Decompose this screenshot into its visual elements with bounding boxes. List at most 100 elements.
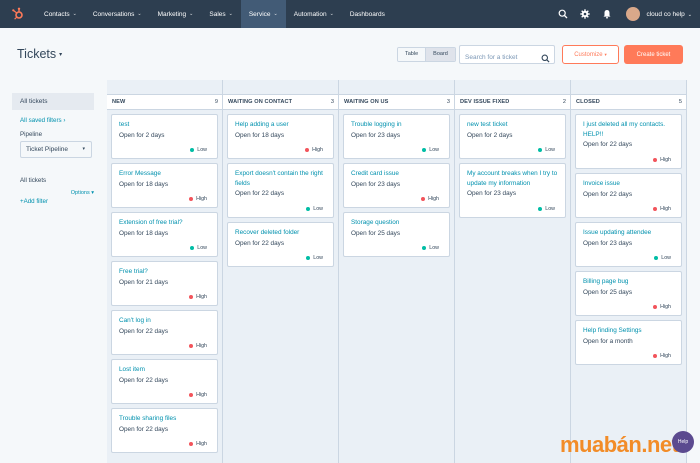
ticket-title-link[interactable]: Extension of free trial? <box>119 218 211 228</box>
ticket-card[interactable]: Billing page bug Open for 25 days High <box>575 271 682 316</box>
priority-badge: High <box>189 343 207 349</box>
chevron-down-icon: ⌄ <box>228 11 233 17</box>
ticket-title-link[interactable]: Help adding a user <box>235 120 327 130</box>
column-title: WAITING ON CONTACT <box>228 99 293 105</box>
priority-label: Low <box>661 255 671 261</box>
column-header: WAITING ON CONTACT 3 <box>223 94 338 110</box>
ticket-card[interactable]: Can't log in Open for 22 days High <box>111 310 218 355</box>
priority-label: Low <box>545 206 555 212</box>
bell-icon[interactable] <box>596 0 618 28</box>
create-ticket-button[interactable]: Create ticket <box>624 45 683 64</box>
nav-item-dashboards[interactable]: Dashboards <box>342 0 393 28</box>
ticket-title-link[interactable]: Error Message <box>119 169 211 179</box>
ticket-title-link[interactable]: Lost item <box>119 365 211 375</box>
page-title[interactable]: Tickets ▾ <box>17 47 62 61</box>
ticket-card[interactable]: new test ticket Open for 2 days Low <box>459 114 566 159</box>
ticket-title-link[interactable]: Storage question <box>351 218 443 228</box>
ticket-title-link[interactable]: Billing page bug <box>583 277 675 287</box>
ticket-card[interactable]: My account breaks when I try to update m… <box>459 163 566 218</box>
ticket-card[interactable]: Error Message Open for 18 days High <box>111 163 218 208</box>
sidebar-item-all-tickets[interactable]: All tickets <box>12 93 94 110</box>
priority-dot-icon <box>189 442 194 446</box>
column-header: DEV ISSUE FIXED 2 <box>455 94 570 110</box>
ticket-board: NEW 9 test Open for 2 days Low Error Message O… <box>107 80 700 463</box>
ticket-card[interactable]: Trouble sharing files Open for 22 days Hig… <box>111 408 218 453</box>
help-chat-button[interactable]: Help <box>672 431 694 453</box>
priority-dot-icon <box>653 305 658 309</box>
ticket-open-duration: Open for 18 days <box>235 131 285 139</box>
ticket-title-link[interactable]: Free trial? <box>119 267 211 277</box>
ticket-card[interactable]: Invoice issue Open for 22 days High <box>575 173 682 218</box>
ticket-title-link[interactable]: Recover deleted folder <box>235 228 327 238</box>
ticket-card[interactable]: Storage question Open for 25 days Low <box>343 212 450 257</box>
priority-badge: High <box>189 294 207 300</box>
hubspot-logo-icon[interactable] <box>0 0 36 28</box>
priority-label: Low <box>313 206 323 212</box>
ticket-card[interactable]: Extension of free trial? Open for 18 days… <box>111 212 218 257</box>
priority-label: High <box>312 147 323 153</box>
ticket-open-duration: Open for 23 days <box>583 239 633 247</box>
add-filter-button[interactable]: +Add filter <box>12 198 94 205</box>
ticket-title-link[interactable]: Export doesn't contain the right fields <box>235 169 327 188</box>
all-saved-filters-link[interactable]: All saved filters › <box>12 117 94 124</box>
board-column: CLOSED 5 I just deleted all my contacts. H… <box>571 80 687 463</box>
ticket-open-duration: Open for 22 days <box>119 327 169 335</box>
board-column: WAITING ON CONTACT 3 Help adding a user Ope… <box>223 80 339 463</box>
card-list: test Open for 2 days Low Error Message Open … <box>107 110 222 453</box>
ticket-title-link[interactable]: Credit card issue <box>351 169 443 179</box>
search-icon[interactable] <box>541 50 550 68</box>
ticket-card[interactable]: Help adding a user Open for 18 days High <box>227 114 334 159</box>
priority-badge: High <box>653 206 671 212</box>
avatar[interactable] <box>626 7 641 21</box>
account-menu[interactable]: cloud co help ⌄ <box>646 11 692 18</box>
ticket-title-link[interactable]: My account breaks when I try to update m… <box>467 169 559 188</box>
ticket-title-link[interactable]: Trouble sharing files <box>119 414 211 424</box>
table-view-button[interactable]: Table <box>398 48 426 61</box>
ticket-open-duration: Open for 22 days <box>235 190 285 197</box>
ticket-title-link[interactable]: Help finding Settings <box>583 326 675 336</box>
settings-icon[interactable] <box>574 0 596 28</box>
ticket-title-link[interactable]: I just deleted all my contacts. HELP!! <box>583 120 675 139</box>
nav-item-contacts[interactable]: Contacts ⌄ <box>36 0 85 28</box>
nav-menu: Contacts ⌄ Conversations ⌄ Marketing ⌄ Sales ⌄ S… <box>36 0 393 28</box>
nav-item-sales[interactable]: Sales ⌄ <box>201 0 240 28</box>
ticket-title-link[interactable]: Can't log in <box>119 316 211 326</box>
search-icon[interactable] <box>552 0 574 28</box>
priority-badge: Low <box>538 206 555 212</box>
nav-item-marketing[interactable]: Marketing ⌄ <box>150 0 202 28</box>
ticket-title-link[interactable]: Trouble logging in <box>351 120 443 130</box>
ticket-card[interactable]: test Open for 2 days Low <box>111 114 218 159</box>
nav-item-automation[interactable]: Automation ⌄ <box>286 0 342 28</box>
ticket-open-duration: Open for 25 days <box>583 288 633 296</box>
card-list: I just deleted all my contacts. HELP!! Op… <box>571 110 686 365</box>
ticket-card[interactable]: Lost item Open for 22 days High <box>111 359 218 404</box>
ticket-card[interactable]: Export doesn't contain the right fields O… <box>227 163 334 218</box>
board-view-button[interactable]: Board <box>425 48 455 61</box>
ticket-card[interactable]: Trouble logging in Open for 23 days Low <box>343 114 450 159</box>
priority-dot-icon <box>190 148 195 152</box>
nav-item-service[interactable]: Service ⌄ <box>240 0 286 28</box>
nav-item-conversations[interactable]: Conversations ⌄ <box>85 0 150 28</box>
chevron-down-icon: ⌄ <box>687 11 692 18</box>
board-column: NEW 9 test Open for 2 days Low Error Message O… <box>107 80 223 463</box>
ticket-card[interactable]: Help finding Settings Open for a month Hig… <box>575 320 682 365</box>
options-dropdown[interactable]: Options ▾ <box>71 190 94 196</box>
ticket-card[interactable]: Free trial? Open for 21 days High <box>111 261 218 306</box>
priority-label: Low <box>313 255 323 261</box>
ticket-card[interactable]: I just deleted all my contacts. HELP!! Op… <box>575 114 682 169</box>
ticket-card[interactable]: Credit card issue Open for 23 days High <box>343 163 450 208</box>
priority-badge: High <box>421 196 439 202</box>
priority-badge: Low <box>306 206 323 212</box>
priority-dot-icon <box>422 148 427 152</box>
nav-item-label: Marketing <box>157 10 187 18</box>
ticket-card[interactable]: Issue updating attendee Open for 23 days L… <box>575 222 682 267</box>
page-title-text: Tickets <box>17 47 57 61</box>
ticket-title-link[interactable]: test <box>119 120 211 130</box>
ticket-title-link[interactable]: Issue updating attendee <box>583 228 675 238</box>
pipeline-select[interactable]: Ticket Pipeline ▾ <box>20 141 92 158</box>
customize-button[interactable]: Customize ▾ <box>562 45 619 64</box>
search-input[interactable] <box>460 49 538 66</box>
ticket-card[interactable]: Recover deleted folder Open for 22 days Lo… <box>227 222 334 267</box>
ticket-title-link[interactable]: Invoice issue <box>583 179 675 189</box>
ticket-title-link[interactable]: new test ticket <box>467 120 559 130</box>
